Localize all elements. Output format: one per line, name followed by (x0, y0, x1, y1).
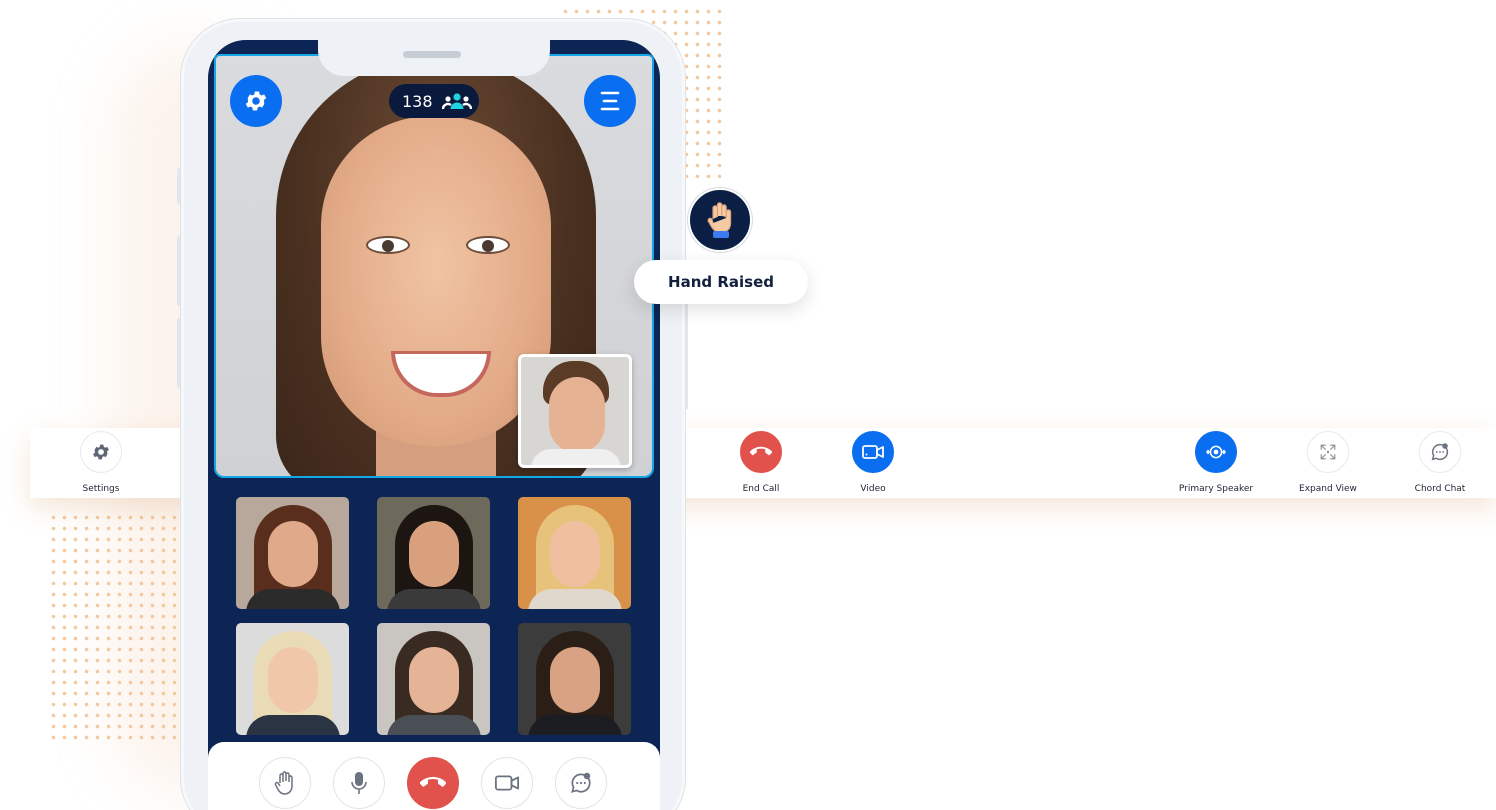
participant-face (268, 521, 318, 587)
participant-body (387, 715, 481, 735)
phone-settings-button[interactable] (230, 75, 282, 127)
speaker-focus-icon (1206, 445, 1226, 459)
hand-raised-avatar (688, 188, 752, 252)
participant-tile[interactable] (377, 623, 490, 735)
participant-body (528, 589, 622, 609)
settings-button[interactable] (80, 431, 122, 473)
participant-count-badge[interactable]: 138 (389, 84, 479, 118)
raise-hand-button[interactable] (259, 757, 311, 809)
participant-tile[interactable] (518, 623, 631, 735)
self-view-video[interactable] (518, 354, 632, 468)
expand-icon (1320, 444, 1336, 460)
phone-menu-button[interactable] (584, 75, 636, 127)
participant-body (246, 715, 340, 735)
primary-speaker-label: Primary Speaker (1178, 484, 1254, 494)
phone-notch (318, 40, 550, 76)
primary-speaker-button[interactable] (1195, 431, 1237, 473)
end-call-button[interactable] (740, 431, 782, 473)
speaker-eye (366, 236, 410, 254)
participant-body (387, 589, 481, 609)
video-camera-icon (862, 445, 884, 459)
expand-view-label: Expand View (1299, 484, 1357, 494)
microphone-button[interactable] (333, 757, 385, 809)
settings-label: Settings (82, 484, 120, 494)
people-icon (441, 93, 472, 110)
phone-earpiece (403, 51, 461, 58)
phone-hangup-icon (750, 446, 772, 456)
hamburger-menu-icon (600, 91, 620, 111)
video-camera-icon (495, 775, 519, 791)
decorative-dot-grid-left (48, 512, 188, 740)
participant-face (409, 647, 459, 713)
chat-bubble-icon (1431, 443, 1449, 461)
chord-chat-button[interactable] (1419, 431, 1461, 473)
participant-tile[interactable] (236, 497, 349, 609)
expand-view-button[interactable] (1307, 431, 1349, 473)
gear-icon (245, 91, 267, 111)
video-button[interactable] (852, 431, 894, 473)
phone-hangup-icon (420, 776, 446, 787)
participant-face (409, 521, 459, 587)
participant-face (550, 521, 600, 587)
toolbar-video[interactable]: Video (818, 431, 928, 494)
hand-raised-notification: Hand Raised (634, 260, 808, 304)
participant-count: 138 (402, 91, 433, 111)
hand-raised-label: Hand Raised (668, 273, 774, 291)
participant-face (268, 647, 318, 713)
phone-chat-button[interactable] (555, 757, 607, 809)
gear-icon (93, 444, 109, 460)
toolbar-primary-speaker[interactable]: Primary Speaker (1161, 431, 1271, 494)
phone-video-button[interactable] (481, 757, 533, 809)
chord-chat-label: Chord Chat (1414, 484, 1466, 494)
participant-tile[interactable] (236, 623, 349, 735)
participant-body (246, 589, 340, 609)
toolbar-expand-view[interactable]: Expand View (1273, 431, 1383, 494)
toolbar-settings[interactable]: Settings (46, 431, 156, 494)
toolbar-chord-chat[interactable]: Chord Chat (1385, 431, 1495, 494)
chat-bubble-icon (571, 772, 591, 793)
participant-tile[interactable] (518, 497, 631, 609)
participant-face (550, 647, 600, 713)
hand-icon (274, 771, 293, 795)
video-label: Video (860, 484, 886, 494)
participant-tile[interactable] (377, 497, 490, 609)
end-call-label: End Call (742, 484, 780, 494)
self-view-shirt (531, 449, 621, 465)
participant-body (528, 715, 622, 735)
phone-end-call-button[interactable] (407, 757, 459, 809)
microphone-icon (351, 772, 367, 794)
toolbar-end-call[interactable]: End Call (706, 431, 816, 494)
raised-hand-icon (707, 202, 732, 238)
speaker-eye (466, 236, 510, 254)
self-view-face (549, 377, 605, 453)
